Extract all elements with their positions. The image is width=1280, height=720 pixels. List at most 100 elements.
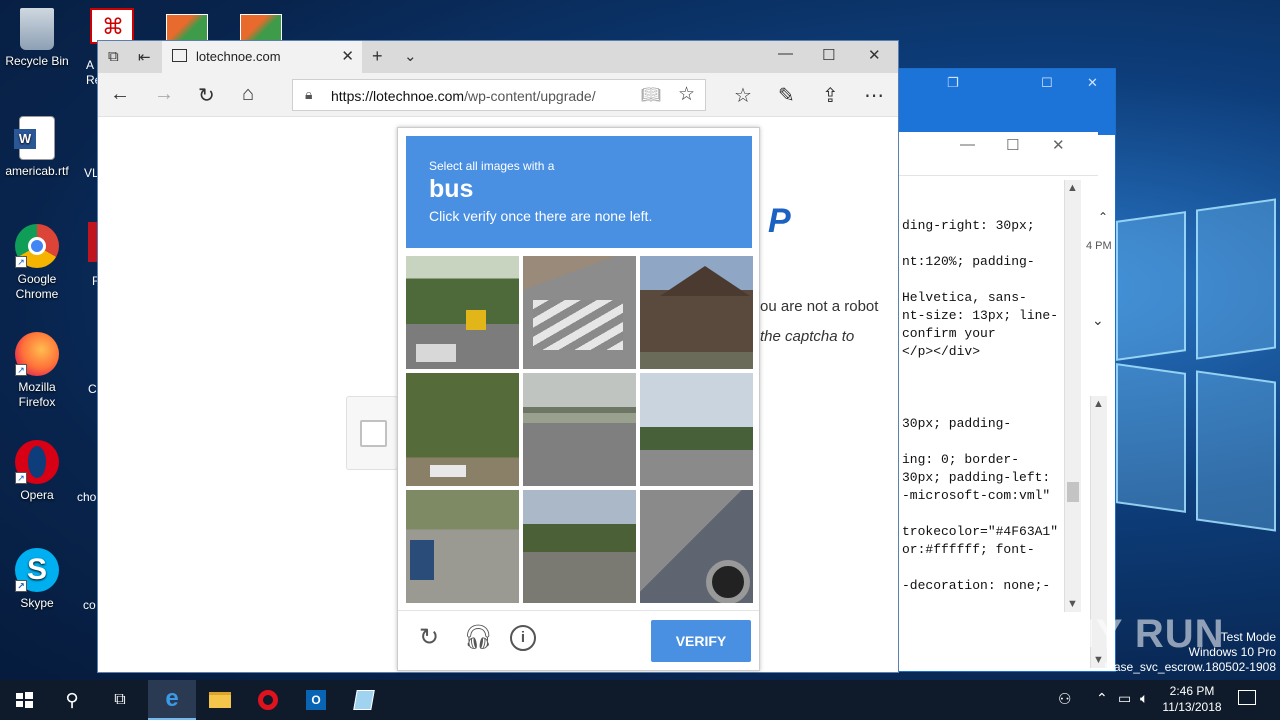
- image-file-icon[interactable]: [240, 14, 282, 42]
- opera-icon: ↗: [15, 440, 59, 484]
- scroll-up-icon[interactable]: ▲: [1067, 182, 1078, 194]
- captcha-target-word: bus: [429, 175, 474, 203]
- action-center-icon[interactable]: [1238, 690, 1256, 705]
- scroll-up-icon[interactable]: ▲: [1093, 398, 1104, 410]
- close-icon[interactable]: ✕: [1052, 136, 1065, 154]
- maximize-icon[interactable]: ☐: [1006, 136, 1019, 154]
- set-tabs-aside-icon[interactable]: ⇤: [138, 48, 151, 66]
- system-clock[interactable]: 2:46 PM 11/13/2018: [1160, 683, 1224, 715]
- code-line: trokecolor="#4F63A1": [902, 524, 1059, 539]
- background-window-titlebar[interactable]: ❐ ☐ ✕: [899, 69, 1115, 135]
- code-line: confirm your: [902, 326, 996, 341]
- image-file-icon[interactable]: [166, 14, 208, 42]
- edge-taskbar-icon[interactable]: e: [148, 680, 196, 720]
- word-document-icon: W: [14, 116, 55, 160]
- favorite-star-icon[interactable]: ☆: [678, 83, 695, 106]
- taskbar: ⚲ ⧉ e O ⚇ ⌃ ▭ 🔈︎ 2:46 PM 11/13/2018: [0, 680, 1280, 720]
- desktop-icon-skype[interactable]: S ↗ Skype: [2, 548, 72, 611]
- tab-title: lotechnoe.com: [196, 49, 281, 64]
- vertical-scrollbar[interactable]: ▲ ▼: [1064, 180, 1081, 612]
- outlook-icon[interactable]: O: [292, 680, 340, 720]
- volume-icon[interactable]: 🔈︎: [1140, 690, 1148, 707]
- network-icon[interactable]: ▭: [1118, 690, 1131, 707]
- captcha-instruction-text: Select all images with a: [429, 159, 555, 173]
- refresh-icon[interactable]: ↻: [198, 83, 215, 108]
- firefox-icon: ↗: [15, 332, 59, 376]
- file-explorer-icon[interactable]: [196, 680, 244, 720]
- tab-close-icon[interactable]: ✕: [341, 47, 354, 65]
- captcha-challenge-dialog: Select all images with a bus Click verif…: [397, 127, 760, 671]
- clock-date: 11/13/2018: [1162, 700, 1222, 714]
- captcha-tile-highway-lanes[interactable]: [523, 490, 636, 603]
- captcha-tile-highway-overpass[interactable]: [523, 373, 636, 486]
- verify-button[interactable]: VERIFY: [651, 620, 751, 662]
- people-icon[interactable]: ⚇: [1058, 690, 1071, 708]
- captcha-tile-brick-house[interactable]: [640, 256, 753, 369]
- more-menu-icon[interactable]: ⋯: [864, 83, 884, 108]
- desktop-icon-americab-rtf[interactable]: W americab.rtf: [2, 116, 72, 179]
- restore-icon[interactable]: ❐: [947, 75, 959, 91]
- reading-view-icon[interactable]: 📖︎: [641, 85, 661, 105]
- captcha-checkbox[interactable]: [360, 420, 387, 447]
- address-bar[interactable]: 🔒︎ https://lotechnoe.com/wp-content/upgr…: [292, 79, 706, 111]
- minimize-icon[interactable]: —: [778, 45, 793, 62]
- desktop-icon-partial-label: C: [88, 382, 97, 396]
- captcha-tile-street-with-bus[interactable]: [406, 256, 519, 369]
- test-mode-notice: Test Mode Windows 10 Pro lease_svc_escro…: [1104, 630, 1276, 674]
- desktop-icon-label: Mozilla Firefox: [18, 380, 56, 409]
- code-line: -microsoft-com:vml": [902, 488, 1051, 503]
- search-icon[interactable]: ⚲: [48, 680, 96, 720]
- captcha-tile-trees-and-truck[interactable]: [406, 373, 519, 486]
- notepad-icon[interactable]: [340, 680, 388, 720]
- captcha-tile-car-closeup[interactable]: [640, 490, 753, 603]
- refresh-icon[interactable]: ↻: [416, 625, 442, 651]
- shortcut-arrow-icon: ↗: [15, 580, 27, 592]
- captcha-tile-crosswalk[interactable]: [523, 256, 636, 369]
- desktop-icon-recycle-bin[interactable]: Recycle Bin: [2, 8, 72, 69]
- desktop-icon-partial-label: cho: [77, 490, 97, 504]
- desktop-icon-label: Recycle Bin: [5, 54, 69, 68]
- web-note-icon[interactable]: ✎: [778, 83, 795, 108]
- time-snippet: 4 PM: [1086, 240, 1112, 252]
- chevron-up-icon[interactable]: ⌃: [1096, 690, 1108, 707]
- new-tab-icon[interactable]: +: [372, 46, 383, 67]
- acrobat-icon[interactable]: ⌘: [90, 8, 134, 44]
- forward-icon[interactable]: →: [154, 83, 174, 106]
- captcha-tile-road-with-trees[interactable]: [640, 373, 753, 486]
- headphones-icon[interactable]: 🎧︎: [463, 625, 493, 651]
- captcha-tile-alley-with-bins[interactable]: [406, 490, 519, 603]
- minimize-icon[interactable]: —: [960, 136, 975, 153]
- start-button[interactable]: [0, 680, 48, 720]
- desktop-icon-opera[interactable]: ↗ Opera: [2, 440, 72, 503]
- maximize-icon[interactable]: ☐: [822, 46, 835, 64]
- share-icon[interactable]: ⇪: [822, 83, 839, 108]
- page-heading-partial: ou are not a robot: [760, 298, 879, 315]
- chevron-up-icon[interactable]: ⌃: [1098, 210, 1108, 224]
- code-line: ding-right: 30px;: [902, 218, 1035, 233]
- chevron-down-icon[interactable]: ⌄: [1092, 312, 1104, 329]
- windows-start-icon: [16, 692, 33, 708]
- opera-taskbar-icon[interactable]: [244, 680, 292, 720]
- scrollbar-thumb[interactable]: [1067, 482, 1079, 502]
- tab-lotechnoe[interactable]: lotechnoe.com ✕: [162, 41, 362, 73]
- close-icon[interactable]: ✕: [868, 46, 881, 64]
- desktop-icon-label: Google Chrome: [15, 272, 59, 301]
- skype-icon: S ↗: [15, 548, 59, 592]
- maximize-icon[interactable]: ☐: [1041, 75, 1053, 91]
- favorites-hub-icon[interactable]: ☆: [734, 83, 752, 108]
- windows-logo-wallpaper: [1112, 198, 1280, 536]
- chevron-down-icon[interactable]: ⌄: [404, 47, 417, 65]
- desktop-icon-label: Opera: [20, 488, 54, 502]
- desktop-icon-google-chrome[interactable]: ↗ Google Chrome: [2, 224, 72, 302]
- info-icon[interactable]: i: [510, 625, 536, 651]
- close-icon[interactable]: ✕: [1087, 75, 1098, 91]
- back-icon[interactable]: ←: [110, 83, 130, 106]
- desktop-icon-label: Skype: [20, 596, 54, 610]
- task-view-icon[interactable]: ⧉: [96, 680, 144, 720]
- desktop-icon-mozilla-firefox[interactable]: ↗ Mozilla Firefox: [2, 332, 72, 410]
- recycle-bin-icon: [20, 8, 54, 50]
- scroll-down-icon[interactable]: ▼: [1067, 598, 1078, 610]
- code-line: 30px; padding-: [902, 416, 1012, 431]
- tab-preview-icon[interactable]: ⧉: [108, 48, 119, 65]
- home-icon[interactable]: ⌂: [242, 83, 254, 106]
